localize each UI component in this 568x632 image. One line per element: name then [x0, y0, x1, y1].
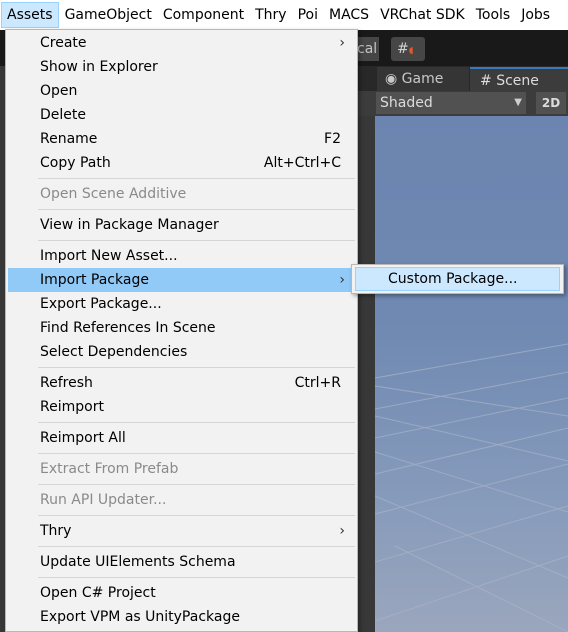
menu-item-show-in-explorer[interactable]: Show in Explorer: [8, 55, 355, 79]
menu-item-label: View in Package Manager: [40, 217, 219, 233]
menu-item-label: Open C# Project: [40, 585, 156, 601]
menu-item-label: Copy Path: [40, 155, 111, 171]
import-package-submenu: Custom Package...: [351, 264, 564, 294]
menu-item-label: Import New Asset...: [40, 248, 178, 264]
menu-item-export-package[interactable]: Export Package...: [8, 292, 355, 316]
tab-game-label: Game: [401, 71, 444, 87]
menu-item-thry[interactable]: Thry ›: [8, 519, 355, 543]
menu-item-label: Reimport All: [40, 430, 126, 446]
menu-item-label: Rename: [40, 131, 98, 147]
menu-separator: [38, 515, 355, 516]
menu-item-shortcut: Alt+Ctrl+C: [263, 155, 341, 171]
chevron-right-icon: ›: [339, 523, 345, 539]
magnet-icon: ◖: [408, 46, 414, 56]
menu-item-shortcut: Ctrl+R: [294, 375, 341, 391]
chevron-right-icon: ›: [339, 35, 345, 51]
shading-mode-dropdown[interactable]: Shaded ▼: [376, 92, 526, 114]
menu-item-label: Import Package: [40, 272, 149, 288]
menu-item-create[interactable]: Create ›: [8, 31, 355, 55]
menu-item-open[interactable]: Open: [8, 79, 355, 103]
chevron-right-icon: ›: [339, 272, 345, 288]
menu-item-label: Thry: [40, 523, 72, 539]
menu-separator: [38, 577, 355, 578]
assets-dropdown-menu: Create › Show in Explorer Open Delete Re…: [5, 29, 358, 632]
menu-item-view-in-package-manager[interactable]: View in Package Manager: [8, 213, 355, 237]
menu-gameobject[interactable]: GameObject: [60, 2, 157, 28]
menu-separator: [38, 546, 355, 547]
menu-item-export-vpm[interactable]: Export VPM as UnityPackage: [8, 605, 355, 629]
shading-mode-label: Shaded: [380, 95, 433, 111]
menu-thry[interactable]: Thry: [250, 2, 291, 28]
menu-item-label: Reimport: [40, 399, 104, 415]
menu-item-run-api-updater: Run API Updater...: [8, 488, 355, 512]
menu-assets[interactable]: Assets: [1, 2, 59, 28]
menu-bar: Assets GameObject Component Thry Poi MAC…: [0, 0, 568, 30]
grid-icon: #: [480, 73, 497, 89]
menu-jobs[interactable]: Jobs: [516, 2, 555, 28]
menu-item-extract-from-prefab: Extract From Prefab: [8, 457, 355, 481]
menu-separator: [38, 240, 355, 241]
menu-separator: [38, 484, 355, 485]
menu-item-copy-path[interactable]: Copy Path Alt+Ctrl+C: [8, 151, 355, 175]
menu-item-reimport[interactable]: Reimport: [8, 395, 355, 419]
menu-vrchat-sdk[interactable]: VRChat SDK: [375, 2, 470, 28]
menu-macs[interactable]: MACS: [324, 2, 374, 28]
menu-separator: [38, 209, 355, 210]
menu-item-label: Show in Explorer: [40, 59, 158, 75]
menu-component[interactable]: Component: [158, 2, 249, 28]
menu-item-label: Open Scene Additive: [40, 186, 187, 202]
menu-item-import-new-asset[interactable]: Import New Asset...: [8, 244, 355, 268]
toolbar-layout-button[interactable]: cal: [357, 37, 379, 61]
menu-separator: [38, 178, 355, 179]
2d-toggle-button[interactable]: 2D: [536, 92, 566, 114]
scene-grid: [375, 343, 568, 632]
menu-tools[interactable]: Tools: [471, 2, 516, 28]
menu-item-label: Delete: [40, 107, 86, 123]
gamepad-icon: ◉: [385, 71, 402, 87]
scene-view[interactable]: [375, 116, 568, 632]
menu-item-label: Select Dependencies: [40, 344, 188, 360]
menu-item-select-dependencies[interactable]: Select Dependencies: [8, 340, 355, 364]
menu-item-rename[interactable]: Rename F2: [8, 127, 355, 151]
menu-item-label: Custom Package...: [388, 271, 518, 287]
menu-item-label: Create: [40, 35, 87, 51]
menu-item-label: Find References In Scene: [40, 320, 216, 336]
menu-item-shortcut: F2: [324, 131, 341, 147]
menu-item-find-references[interactable]: Find References In Scene: [8, 316, 355, 340]
menu-item-open-csharp-project[interactable]: Open C# Project: [8, 581, 355, 605]
menu-item-label: Refresh: [40, 375, 93, 391]
chevron-down-icon: ▼: [514, 97, 522, 108]
menu-item-reimport-all[interactable]: Reimport All: [8, 426, 355, 450]
hierarchy-panel-edge: [357, 116, 375, 632]
tab-scene[interactable]: # Scene: [470, 67, 568, 91]
menu-separator: [38, 422, 355, 423]
menu-separator: [38, 367, 355, 368]
menu-item-label: Update UIElements Schema: [40, 554, 236, 570]
menu-item-import-package[interactable]: Import Package ›: [8, 268, 355, 292]
menu-item-update-uielements-schema[interactable]: Update UIElements Schema: [8, 550, 355, 574]
menu-item-label: Run API Updater...: [40, 492, 167, 508]
menu-item-label: Open: [40, 83, 78, 99]
menu-poi[interactable]: Poi: [293, 2, 323, 28]
tab-game[interactable]: ◉ Game: [377, 67, 469, 91]
menu-item-label: Extract From Prefab: [40, 461, 179, 477]
tab-scene-label: Scene: [496, 73, 539, 89]
menu-item-label: Export Package...: [40, 296, 162, 312]
menu-separator: [38, 453, 355, 454]
menu-item-label: Export VPM as UnityPackage: [40, 609, 240, 625]
snap-toggle-button[interactable]: #◖: [391, 37, 425, 61]
menu-item-refresh[interactable]: Refresh Ctrl+R: [8, 371, 355, 395]
menu-item-delete[interactable]: Delete: [8, 103, 355, 127]
menu-item-open-scene-additive: Open Scene Additive: [8, 182, 355, 206]
grid-snap-icon: #: [397, 41, 409, 57]
menu-item-custom-package[interactable]: Custom Package...: [355, 267, 560, 291]
